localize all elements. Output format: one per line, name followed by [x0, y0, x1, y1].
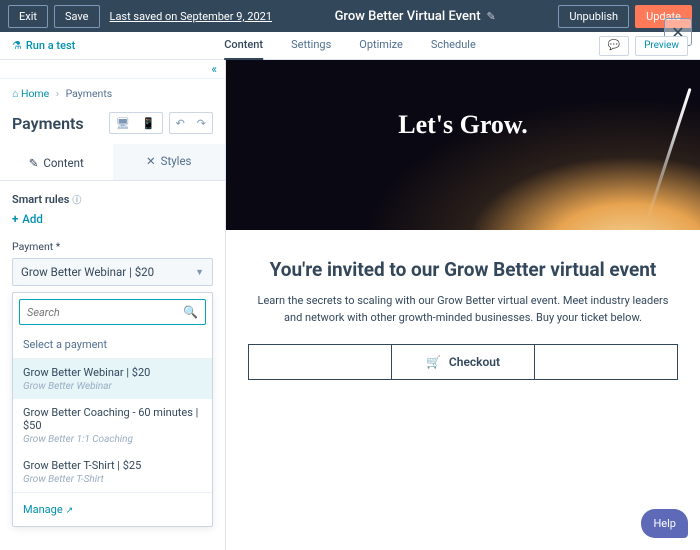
payment-select-value: Grow Better Webinar | $20 — [21, 265, 154, 279]
top-bar: Exit Save Last saved on September 9, 202… — [0, 0, 700, 32]
home-icon[interactable]: ⌂ — [12, 87, 18, 100]
last-saved-text[interactable]: Last saved on September 9, 2021 — [110, 10, 272, 23]
dropdown-option[interactable]: Grow Better Coaching - 60 minutes | $50G… — [13, 399, 212, 452]
search-icon: 🔍 — [183, 305, 198, 319]
exit-button[interactable]: Exit — [8, 5, 48, 28]
checkout-cell-right[interactable] — [535, 345, 677, 379]
dropdown-search[interactable]: 🔍 — [19, 299, 206, 325]
collapse-sidebar-icon[interactable]: « — [0, 60, 225, 79]
beaker-icon: ⚗ — [12, 39, 22, 52]
search-input[interactable] — [27, 306, 183, 319]
device-toggle[interactable]: 🖥📱 — [109, 112, 163, 134]
crumb-home[interactable]: Home — [21, 87, 49, 100]
checkout-button[interactable]: 🛒 Checkout — [391, 345, 535, 379]
unpublish-button[interactable]: Unpublish — [558, 5, 629, 28]
edit-title-icon[interactable]: ✎ — [487, 10, 496, 23]
chevron-down-icon: ▼ — [195, 267, 204, 278]
panel-tab-styles[interactable]: ✕Styles — [113, 144, 226, 180]
cart-icon: 🛒 — [426, 355, 441, 369]
redo-icon: ↷ — [191, 117, 212, 130]
crumb-current: Payments — [66, 87, 113, 100]
dropdown-option[interactable]: Grow Better Webinar | $20Grow Better Web… — [13, 359, 212, 399]
breadcrumb: ⌂ Home › Payments — [0, 79, 225, 108]
hero-banner[interactable]: Let's Grow. — [226, 60, 700, 230]
run-test-link[interactable]: ⚗Run a test — [12, 39, 75, 52]
desktop-icon: 🖥 — [110, 117, 136, 130]
external-link-icon: ↗ — [66, 506, 74, 516]
sub-nav: ⚗Run a test Content Settings Optimize Sc… — [0, 32, 700, 60]
dropdown-header: Select a payment — [13, 331, 212, 359]
checkout-cell-left[interactable] — [249, 345, 391, 379]
styles-icon: ✕ — [146, 154, 156, 168]
manage-link[interactable]: Manage↗ — [13, 492, 212, 526]
payment-field-label: Payment * — [12, 240, 213, 253]
dropdown-option[interactable]: Grow Better T-Shirt | $25Grow Better T-S… — [13, 452, 212, 492]
checkout-row: 🛒 Checkout — [248, 344, 678, 380]
payment-dropdown: 🔍 Select a payment Grow Better Webinar |… — [12, 292, 213, 527]
save-button[interactable]: Save — [54, 5, 100, 28]
left-sidebar: « ⌂ Home › Payments Payments 🖥📱 ↶↷ ✎Cont… — [0, 60, 226, 550]
page-heading[interactable]: You're invited to our Grow Better virtua… — [248, 258, 678, 281]
payment-select[interactable]: Grow Better Webinar | $20 ▼ — [12, 258, 213, 286]
breadcrumb-sep: › — [56, 87, 59, 100]
pencil-icon: ✎ — [29, 156, 39, 170]
mobile-icon: 📱 — [136, 117, 162, 130]
panel-tab-content[interactable]: ✎Content — [0, 144, 113, 180]
page-body-text[interactable]: Learn the secrets to scaling with our Gr… — [248, 293, 678, 326]
chat-icon-button[interactable]: 💬 — [599, 36, 629, 56]
tab-settings[interactable]: Settings — [291, 31, 331, 60]
help-button[interactable]: Help — [641, 509, 688, 538]
smart-rules-label: Smart rulesⓘ — [0, 181, 225, 212]
add-rule-button[interactable]: +Add — [0, 212, 225, 240]
undo-icon: ↶ — [170, 117, 191, 130]
page-title: Grow Better Virtual Event — [335, 9, 481, 24]
tab-optimize[interactable]: Optimize — [359, 31, 403, 60]
preview-button[interactable]: Preview — [635, 36, 688, 56]
panel-title: Payments — [12, 114, 84, 133]
tab-content[interactable]: Content — [224, 31, 263, 60]
page-canvas: Let's Grow. You're invited to our Grow B… — [226, 60, 700, 550]
undo-redo[interactable]: ↶↷ — [169, 112, 213, 134]
tab-schedule[interactable]: Schedule — [431, 31, 476, 60]
info-icon[interactable]: ⓘ — [72, 196, 81, 206]
hero-headline: Let's Grow. — [398, 110, 528, 140]
